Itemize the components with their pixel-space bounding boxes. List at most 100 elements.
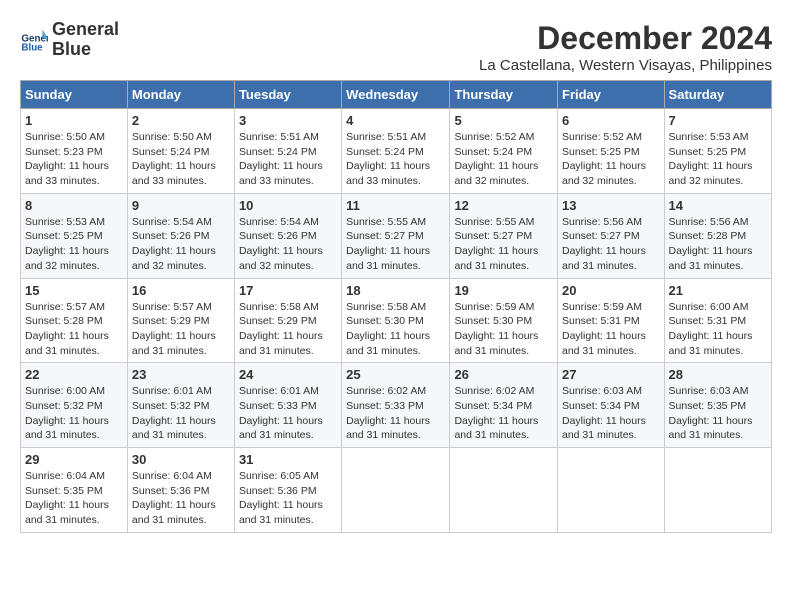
day-number: 25 <box>346 367 445 382</box>
day-number: 31 <box>239 452 337 467</box>
calendar-cell <box>450 448 558 533</box>
day-detail: Sunrise: 6:05 AM Sunset: 5:36 PM Dayligh… <box>239 469 337 528</box>
day-number: 20 <box>562 283 660 298</box>
day-detail: Sunrise: 5:59 AM Sunset: 5:31 PM Dayligh… <box>562 300 660 359</box>
day-detail: Sunrise: 5:54 AM Sunset: 5:26 PM Dayligh… <box>132 215 230 274</box>
calendar-week-row: 1Sunrise: 5:50 AM Sunset: 5:23 PM Daylig… <box>21 109 772 194</box>
calendar-cell: 16 Sunrise: 5:57 AM Sunset: 5:29 PM Dayli… <box>127 278 234 363</box>
day-detail: Sunrise: 5:57 AM Sunset: 5:29 PM Dayligh… <box>132 300 230 359</box>
day-detail: Sunrise: 6:04 AM Sunset: 5:36 PM Dayligh… <box>132 469 230 528</box>
calendar-cell: 24 Sunrise: 6:01 AM Sunset: 5:33 PM Dayli… <box>234 363 341 448</box>
calendar-table: Sunday Monday Tuesday Wednesday Thursday… <box>20 80 772 533</box>
calendar-cell: 2 Sunrise: 5:50 AM Sunset: 5:24 PM Daylig… <box>127 109 234 194</box>
day-number: 11 <box>346 198 445 213</box>
day-detail: Sunrise: 5:52 AM Sunset: 5:24 PM Dayligh… <box>454 130 553 189</box>
calendar-cell: 29 Sunrise: 6:04 AM Sunset: 5:35 PM Dayli… <box>21 448 128 533</box>
calendar-cell: 3Sunrise: 5:51 AM Sunset: 5:24 PM Daylig… <box>234 109 341 194</box>
calendar-cell: 18 Sunrise: 5:58 AM Sunset: 5:30 PM Dayli… <box>342 278 450 363</box>
calendar-cell: 26 Sunrise: 6:02 AM Sunset: 5:34 PM Dayli… <box>450 363 558 448</box>
day-number: 22 <box>25 367 123 382</box>
calendar-cell <box>664 448 771 533</box>
calendar-cell: 6 Sunrise: 5:52 AM Sunset: 5:25 PM Daylig… <box>558 109 665 194</box>
page-title: December 2024 <box>479 20 772 57</box>
calendar-cell: 1Sunrise: 5:50 AM Sunset: 5:23 PM Daylig… <box>21 109 128 194</box>
page-subtitle: La Castellana, Western Visayas, Philippi… <box>479 57 772 74</box>
calendar-cell: 27Sunrise: 6:03 AM Sunset: 5:34 PM Dayli… <box>558 363 665 448</box>
day-number: 17 <box>239 283 337 298</box>
day-detail: Sunrise: 5:50 AM Sunset: 5:24 PM Dayligh… <box>132 130 230 189</box>
calendar-cell <box>342 448 450 533</box>
day-detail: Sunrise: 5:53 AM Sunset: 5:25 PM Dayligh… <box>669 130 767 189</box>
calendar-cell: 21 Sunrise: 6:00 AM Sunset: 5:31 PM Dayli… <box>664 278 771 363</box>
day-detail: Sunrise: 6:01 AM Sunset: 5:33 PM Dayligh… <box>239 384 337 443</box>
day-detail: Sunrise: 6:01 AM Sunset: 5:32 PM Dayligh… <box>132 384 230 443</box>
title-block: December 2024 La Castellana, Western Vis… <box>479 20 772 74</box>
calendar-cell: 30 Sunrise: 6:04 AM Sunset: 5:36 PM Dayli… <box>127 448 234 533</box>
calendar-cell: 22Sunrise: 6:00 AM Sunset: 5:32 PM Dayli… <box>21 363 128 448</box>
day-detail: Sunrise: 5:55 AM Sunset: 5:27 PM Dayligh… <box>346 215 445 274</box>
header-tuesday: Tuesday <box>234 81 341 109</box>
calendar-header-row: Sunday Monday Tuesday Wednesday Thursday… <box>21 81 772 109</box>
day-number: 9 <box>132 198 230 213</box>
day-number: 28 <box>669 367 767 382</box>
calendar-cell: 17 Sunrise: 5:58 AM Sunset: 5:29 PM Dayli… <box>234 278 341 363</box>
day-detail: Sunrise: 5:56 AM Sunset: 5:28 PM Dayligh… <box>669 215 767 274</box>
page-header: General Blue General Blue December 2024 … <box>20 20 772 74</box>
calendar-cell: 15Sunrise: 5:57 AM Sunset: 5:28 PM Dayli… <box>21 278 128 363</box>
calendar-cell: 28Sunrise: 6:03 AM Sunset: 5:35 PM Dayli… <box>664 363 771 448</box>
calendar-cell: 31 Sunrise: 6:05 AM Sunset: 5:36 PM Dayli… <box>234 448 341 533</box>
calendar-cell: 11 Sunrise: 5:55 AM Sunset: 5:27 PM Dayli… <box>342 193 450 278</box>
day-detail: Sunrise: 5:52 AM Sunset: 5:25 PM Dayligh… <box>562 130 660 189</box>
day-number: 29 <box>25 452 123 467</box>
day-detail: Sunrise: 5:51 AM Sunset: 5:24 PM Dayligh… <box>346 130 445 189</box>
day-detail: Sunrise: 6:02 AM Sunset: 5:34 PM Dayligh… <box>454 384 553 443</box>
day-number: 4 <box>346 113 445 128</box>
day-number: 21 <box>669 283 767 298</box>
day-detail: Sunrise: 5:58 AM Sunset: 5:30 PM Dayligh… <box>346 300 445 359</box>
day-number: 24 <box>239 367 337 382</box>
calendar-cell: 4 Sunrise: 5:51 AM Sunset: 5:24 PM Daylig… <box>342 109 450 194</box>
logo-text: General Blue <box>52 20 119 60</box>
calendar-cell: 12Sunrise: 5:55 AM Sunset: 5:27 PM Dayli… <box>450 193 558 278</box>
logo-line1: General <box>52 20 119 40</box>
calendar-cell: 25Sunrise: 6:02 AM Sunset: 5:33 PM Dayli… <box>342 363 450 448</box>
day-number: 15 <box>25 283 123 298</box>
calendar-week-row: 29 Sunrise: 6:04 AM Sunset: 5:35 PM Dayli… <box>21 448 772 533</box>
day-detail: Sunrise: 5:56 AM Sunset: 5:27 PM Dayligh… <box>562 215 660 274</box>
day-detail: Sunrise: 5:50 AM Sunset: 5:23 PM Dayligh… <box>25 130 123 189</box>
calendar-week-row: 8 Sunrise: 5:53 AM Sunset: 5:25 PM Daylig… <box>21 193 772 278</box>
day-number: 6 <box>562 113 660 128</box>
calendar-cell: 13Sunrise: 5:56 AM Sunset: 5:27 PM Dayli… <box>558 193 665 278</box>
day-number: 19 <box>454 283 553 298</box>
calendar-cell: 23Sunrise: 6:01 AM Sunset: 5:32 PM Dayli… <box>127 363 234 448</box>
day-detail: Sunrise: 5:54 AM Sunset: 5:26 PM Dayligh… <box>239 215 337 274</box>
day-number: 26 <box>454 367 553 382</box>
day-detail: Sunrise: 5:58 AM Sunset: 5:29 PM Dayligh… <box>239 300 337 359</box>
day-detail: Sunrise: 5:51 AM Sunset: 5:24 PM Dayligh… <box>239 130 337 189</box>
day-number: 14 <box>669 198 767 213</box>
calendar-cell <box>558 448 665 533</box>
day-detail: Sunrise: 6:04 AM Sunset: 5:35 PM Dayligh… <box>25 469 123 528</box>
svg-text:Blue: Blue <box>21 42 43 53</box>
logo-icon: General Blue <box>20 26 48 54</box>
calendar-cell: 8 Sunrise: 5:53 AM Sunset: 5:25 PM Daylig… <box>21 193 128 278</box>
day-number: 8 <box>25 198 123 213</box>
day-detail: Sunrise: 6:00 AM Sunset: 5:31 PM Dayligh… <box>669 300 767 359</box>
day-number: 5 <box>454 113 553 128</box>
calendar-week-row: 15Sunrise: 5:57 AM Sunset: 5:28 PM Dayli… <box>21 278 772 363</box>
logo-line2: Blue <box>52 40 119 60</box>
day-number: 18 <box>346 283 445 298</box>
calendar-cell: 5 Sunrise: 5:52 AM Sunset: 5:24 PM Daylig… <box>450 109 558 194</box>
header-monday: Monday <box>127 81 234 109</box>
day-number: 7 <box>669 113 767 128</box>
day-number: 27 <box>562 367 660 382</box>
calendar-cell: 7 Sunrise: 5:53 AM Sunset: 5:25 PM Daylig… <box>664 109 771 194</box>
header-wednesday: Wednesday <box>342 81 450 109</box>
day-number: 16 <box>132 283 230 298</box>
day-number: 30 <box>132 452 230 467</box>
calendar-week-row: 22Sunrise: 6:00 AM Sunset: 5:32 PM Dayli… <box>21 363 772 448</box>
day-number: 12 <box>454 198 553 213</box>
day-number: 2 <box>132 113 230 128</box>
day-detail: Sunrise: 5:53 AM Sunset: 5:25 PM Dayligh… <box>25 215 123 274</box>
day-number: 10 <box>239 198 337 213</box>
